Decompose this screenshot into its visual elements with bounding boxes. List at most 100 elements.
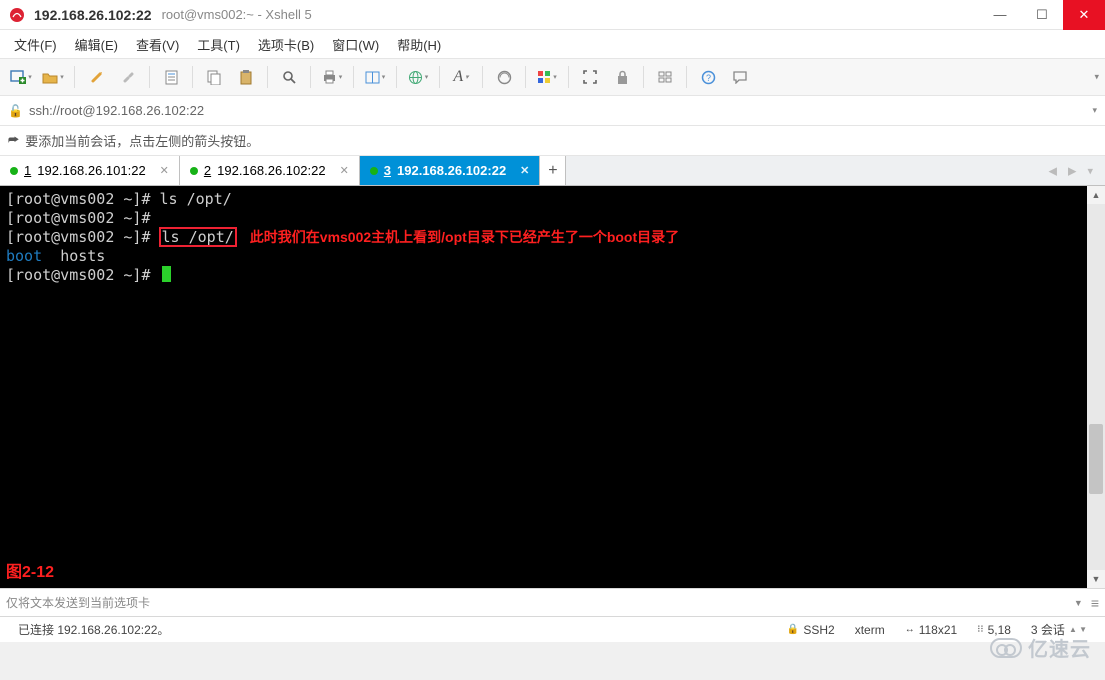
menu-window[interactable]: 窗口(W)	[328, 33, 383, 56]
ssh-lock-icon: 🔓	[8, 104, 23, 118]
menu-edit[interactable]: 编辑(E)	[71, 33, 122, 56]
layout-icon[interactable]	[362, 64, 388, 90]
disconnect-icon[interactable]	[115, 64, 141, 90]
find-icon[interactable]	[276, 64, 302, 90]
status-dot-icon	[190, 167, 198, 175]
tip-arrow-icon[interactable]: ⮫	[8, 133, 19, 148]
properties-icon[interactable]	[158, 64, 184, 90]
separator-icon	[310, 66, 311, 88]
send-bar[interactable]: 仅将文本发送到当前选项卡 ▼ ≡	[0, 588, 1105, 616]
status-protocol: 🔒SSH2	[777, 623, 845, 637]
separator-icon	[353, 66, 354, 88]
tab-label: 192.168.26.102:22	[397, 163, 506, 178]
menu-tools[interactable]: 工具(T)	[193, 33, 244, 56]
tab-close-icon[interactable]: ✕	[520, 164, 529, 177]
cmd-text: ls /opt/	[160, 190, 232, 208]
address-dropdown-icon[interactable]: ▾	[1092, 105, 1097, 116]
send-dropdown-icon[interactable]: ▼	[1074, 598, 1083, 608]
tab-session-3[interactable]: 3 192.168.26.102:22 ✕	[360, 156, 541, 185]
terminal-area: [root@vms002 ~]# ls /opt/ [root@vms002 ~…	[0, 186, 1105, 588]
scroll-track[interactable]	[1087, 204, 1105, 570]
send-menu-icon[interactable]: ≡	[1091, 595, 1099, 611]
highlighted-command: ls /opt/	[160, 228, 236, 246]
tab-close-icon[interactable]: ✕	[340, 164, 349, 177]
titlebar: 192.168.26.102:22 root@vms002:~ - Xshell…	[0, 0, 1105, 30]
new-session-icon[interactable]	[8, 64, 34, 90]
prompt: [root@vms002 ~]#	[6, 190, 160, 208]
lock-icon: 🔒	[787, 624, 799, 635]
output-boot: boot	[6, 247, 42, 265]
tabs-nav-icon[interactable]: ◀ ▶ ▾	[1048, 164, 1097, 177]
scroll-down-icon[interactable]: ▼	[1087, 570, 1105, 588]
prompt: [root@vms002 ~]#	[6, 228, 160, 246]
watermark-text: 亿速云	[1028, 633, 1091, 662]
status-size: ↔118x21	[895, 623, 967, 637]
tile-icon[interactable]	[652, 64, 678, 90]
tab-label: 192.168.26.101:22	[37, 163, 145, 178]
new-tab-button[interactable]: +	[540, 156, 566, 185]
terminal[interactable]: [root@vms002 ~]# ls /opt/ [root@vms002 ~…	[0, 186, 1087, 588]
tabs-row: 1 192.168.26.101:22 ✕ 2 192.168.26.102:2…	[0, 156, 1105, 186]
tip-text: 要添加当前会话，点击左侧的箭头按钮。	[25, 131, 259, 150]
separator-icon	[643, 66, 644, 88]
prompt: [root@vms002 ~]#	[6, 209, 151, 227]
annotation-text: 此时我们在vms002主机上看到/opt目录下已经产生了一个boot目录了	[250, 229, 679, 245]
maximize-button[interactable]: ☐	[1021, 0, 1063, 30]
globe-icon[interactable]	[405, 64, 431, 90]
separator-icon	[482, 66, 483, 88]
tab-number: 3	[384, 163, 391, 178]
menu-help[interactable]: 帮助(H)	[393, 33, 445, 56]
lock-icon[interactable]	[609, 64, 635, 90]
tab-close-icon[interactable]: ✕	[160, 164, 169, 177]
tab-session-1[interactable]: 1 192.168.26.101:22 ✕	[0, 156, 180, 185]
font-icon[interactable]: A	[448, 64, 474, 90]
tab-number: 2	[204, 163, 211, 178]
separator-icon	[439, 66, 440, 88]
figure-label: 图2-12	[6, 563, 54, 582]
scroll-thumb[interactable]	[1089, 424, 1103, 494]
close-button[interactable]: ✕	[1063, 0, 1105, 30]
tab-session-2[interactable]: 2 192.168.26.102:22 ✕	[180, 156, 360, 185]
separator-icon	[192, 66, 193, 88]
print-icon[interactable]	[319, 64, 345, 90]
scroll-up-icon[interactable]: ▲	[1087, 186, 1105, 204]
chat-icon[interactable]	[727, 64, 753, 90]
terminal-scrollbar[interactable]: ▲ ▼	[1087, 186, 1105, 588]
fullscreen-icon[interactable]	[577, 64, 603, 90]
menu-tabs[interactable]: 选项卡(B)	[254, 33, 318, 56]
app-icon	[8, 6, 26, 24]
status-dot-icon	[370, 167, 378, 175]
separator-icon	[267, 66, 268, 88]
paste-icon[interactable]	[233, 64, 259, 90]
tab-label: 192.168.26.102:22	[217, 163, 325, 178]
open-icon[interactable]	[40, 64, 66, 90]
status-termtype: xterm	[845, 623, 895, 637]
menu-view[interactable]: 查看(V)	[132, 33, 183, 56]
status-dot-icon	[10, 167, 18, 175]
tip-bar: ⮫ 要添加当前会话，点击左侧的箭头按钮。	[0, 126, 1105, 156]
svg-text:?: ?	[705, 73, 710, 83]
address-text[interactable]: ssh://root@192.168.26.102:22	[29, 103, 204, 118]
toolbar-overflow-icon[interactable]: ▾	[1094, 72, 1099, 83]
window-title-sub: root@vms002:~ - Xshell 5	[162, 7, 312, 22]
copy-icon[interactable]	[201, 64, 227, 90]
status-bar: 已连接 192.168.26.102:22。 🔒SSH2 xterm ↔118x…	[0, 616, 1105, 642]
separator-icon	[568, 66, 569, 88]
window-title-main: 192.168.26.102:22	[34, 7, 152, 23]
reconnect-icon[interactable]	[83, 64, 109, 90]
watermark-icon	[990, 638, 1022, 658]
color-icon[interactable]	[534, 64, 560, 90]
minimize-button[interactable]: —	[979, 0, 1021, 30]
cursor-pos-icon: ⁝⁝	[977, 624, 983, 635]
prompt: [root@vms002 ~]#	[6, 266, 160, 284]
output-hosts: hosts	[60, 247, 105, 265]
size-icon: ↔	[905, 624, 915, 635]
separator-icon	[149, 66, 150, 88]
send-bar-text: 仅将文本发送到当前选项卡	[6, 594, 150, 611]
separator-icon	[396, 66, 397, 88]
menu-file[interactable]: 文件(F)	[10, 33, 61, 56]
help-icon[interactable]: ?	[695, 64, 721, 90]
toolbar: A ? ▾	[0, 58, 1105, 96]
encoding-icon[interactable]	[491, 64, 517, 90]
cursor-icon	[162, 266, 171, 282]
